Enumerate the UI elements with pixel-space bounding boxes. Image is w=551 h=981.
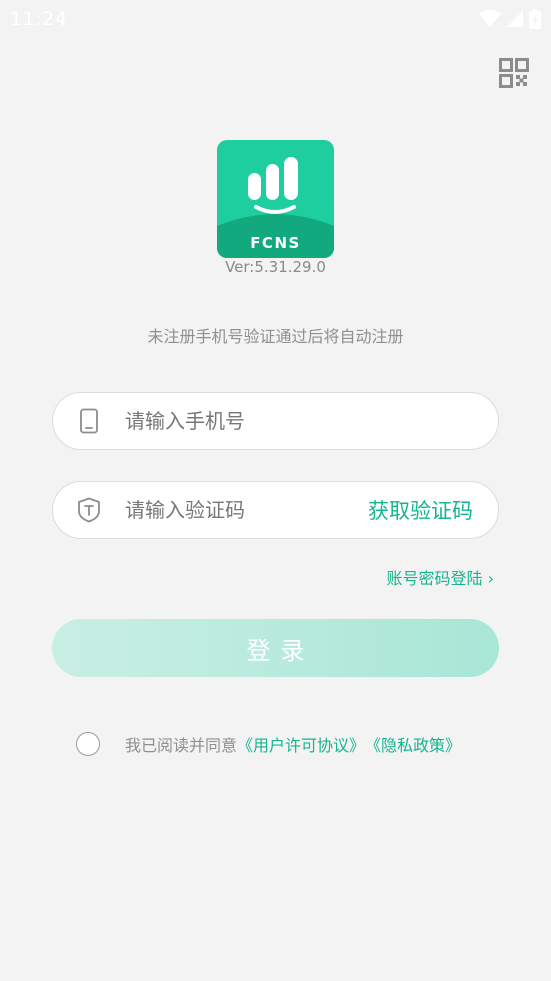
status-time: 11:24 [10,8,68,30]
privacy-policy-link[interactable]: 《隐私政策》 [365,732,461,756]
version-text: Ver:5.31.29.0 [225,258,326,276]
phone-input[interactable] [125,393,498,449]
agreement-row: 我已阅读并同意 《用户许可协议》 《隐私政策》 [76,732,461,756]
code-field[interactable]: 获取验证码 [52,481,499,539]
qr-code-button[interactable] [499,58,529,88]
shield-icon [78,497,100,523]
password-login-link[interactable]: 账号密码登陆 › [387,565,495,589]
agreement-prefix: 我已阅读并同意 [125,736,238,755]
status-icons [479,9,541,29]
qr-code-icon [499,58,529,88]
get-code-button[interactable]: 获取验证码 [368,495,473,525]
signal-icon [507,11,523,27]
status-bar: 11:24 [0,0,551,38]
phone-field[interactable] [52,392,499,450]
agree-checkbox[interactable] [76,732,100,756]
registration-hint: 未注册手机号验证通过后将自动注册 [147,327,404,346]
code-input[interactable] [125,482,368,538]
phone-icon [80,408,98,434]
wifi-icon [479,10,501,27]
app-logo: FCNS [217,140,334,258]
logo-brand-text: FCNS [250,234,301,252]
user-agreement-link[interactable]: 《用户许可协议》 [237,732,365,756]
battery-icon [529,9,541,29]
login-button[interactable]: 登录 [52,619,499,677]
